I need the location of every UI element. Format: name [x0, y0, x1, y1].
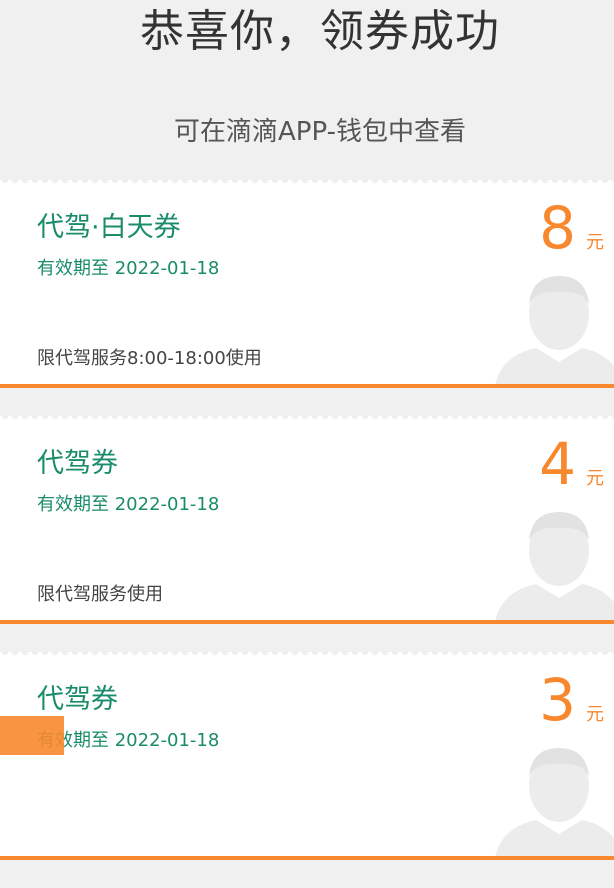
coupon-title: 代驾券	[37, 684, 118, 715]
coupon-amount: 3	[539, 666, 576, 734]
driver-avatar-icon	[494, 276, 614, 388]
coupon-accent-bar	[0, 856, 614, 860]
coupon-currency-unit: 元	[586, 232, 604, 253]
coupon-usage-limit: 限代驾服务8:00-18:00使用	[37, 348, 262, 369]
coupon-expiry: 有效期至 2022-01-18	[37, 258, 220, 279]
coupon-title: 代驾券	[37, 448, 118, 479]
coupon-accent-bar	[0, 384, 614, 388]
coupon-accent-bar	[0, 620, 614, 624]
coupon-scallop-edge	[0, 416, 614, 422]
page-title: 恭喜你，领券成功	[140, 6, 500, 57]
coupon-amount: 8	[539, 194, 576, 262]
coupon-expiry: 有效期至 2022-01-18	[37, 730, 220, 751]
coupon-list: 代驾·白天券 有效期至 2022-01-18 限代驾服务8:00-18:00使用…	[0, 180, 614, 888]
coupon-usage-limit: 限代驾服务使用	[37, 584, 163, 605]
coupon-currency-unit: 元	[586, 704, 604, 725]
floating-corner-button[interactable]	[0, 716, 64, 755]
coupon-scallop-edge	[0, 652, 614, 658]
coupon-title: 代驾·白天券	[37, 212, 181, 243]
coupon-currency-unit: 元	[586, 468, 604, 489]
driver-avatar-icon	[494, 748, 614, 860]
coupon-scallop-edge	[0, 180, 614, 186]
coupon-card[interactable]: 代驾·白天券 有效期至 2022-01-18 限代驾服务8:00-18:00使用…	[0, 180, 614, 388]
coupon-expiry: 有效期至 2022-01-18	[37, 494, 220, 515]
coupon-card[interactable]: 代驾券 有效期至 2022-01-18 限代驾服务使用 4 元	[0, 416, 614, 624]
coupon-card[interactable]: 代驾券 有效期至 2022-01-18 3 元	[0, 652, 614, 860]
driver-avatar-icon	[494, 512, 614, 624]
coupon-amount: 4	[539, 430, 576, 498]
page-subtitle: 可在滴滴APP-钱包中查看	[174, 117, 466, 147]
